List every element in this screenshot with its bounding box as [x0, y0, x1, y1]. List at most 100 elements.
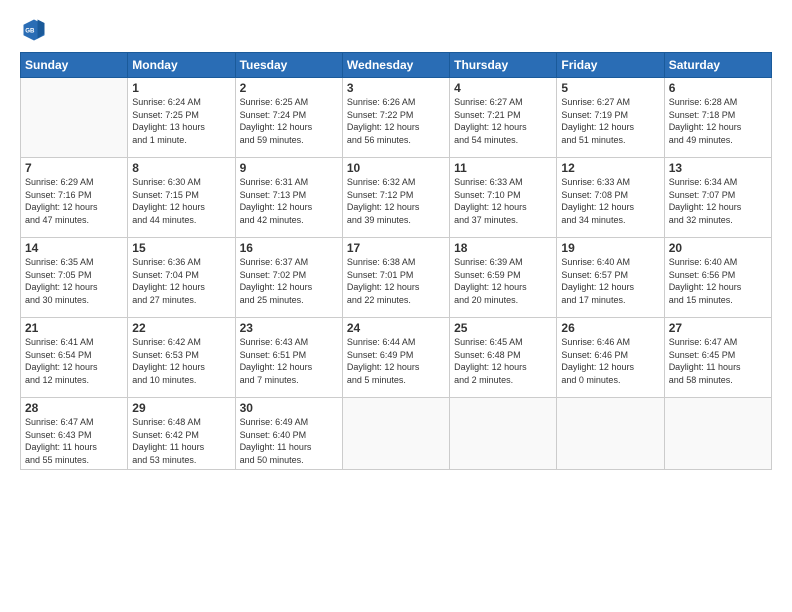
calendar-cell: 28Sunrise: 6:47 AMSunset: 6:43 PMDayligh…: [21, 398, 128, 470]
calendar-cell: 17Sunrise: 6:38 AMSunset: 7:01 PMDayligh…: [342, 238, 449, 318]
calendar-cell: 15Sunrise: 6:36 AMSunset: 7:04 PMDayligh…: [128, 238, 235, 318]
day-info: Sunrise: 6:39 AMSunset: 6:59 PMDaylight:…: [454, 256, 552, 306]
day-number: 22: [132, 321, 230, 335]
calendar-cell: 27Sunrise: 6:47 AMSunset: 6:45 PMDayligh…: [664, 318, 771, 398]
calendar-cell: 4Sunrise: 6:27 AMSunset: 7:21 PMDaylight…: [450, 78, 557, 158]
day-number: 17: [347, 241, 445, 255]
calendar-week-row: 14Sunrise: 6:35 AMSunset: 7:05 PMDayligh…: [21, 238, 772, 318]
day-number: 30: [240, 401, 338, 415]
day-info: Sunrise: 6:43 AMSunset: 6:51 PMDaylight:…: [240, 336, 338, 386]
day-info: Sunrise: 6:27 AMSunset: 7:19 PMDaylight:…: [561, 96, 659, 146]
day-number: 11: [454, 161, 552, 175]
day-info: Sunrise: 6:45 AMSunset: 6:48 PMDaylight:…: [454, 336, 552, 386]
day-number: 2: [240, 81, 338, 95]
calendar-cell: 14Sunrise: 6:35 AMSunset: 7:05 PMDayligh…: [21, 238, 128, 318]
day-number: 5: [561, 81, 659, 95]
day-info: Sunrise: 6:27 AMSunset: 7:21 PMDaylight:…: [454, 96, 552, 146]
day-info: Sunrise: 6:35 AMSunset: 7:05 PMDaylight:…: [25, 256, 123, 306]
day-info: Sunrise: 6:33 AMSunset: 7:10 PMDaylight:…: [454, 176, 552, 226]
day-info: Sunrise: 6:38 AMSunset: 7:01 PMDaylight:…: [347, 256, 445, 306]
calendar-cell: 29Sunrise: 6:48 AMSunset: 6:42 PMDayligh…: [128, 398, 235, 470]
weekday-header-monday: Monday: [128, 53, 235, 78]
calendar-cell: 25Sunrise: 6:45 AMSunset: 6:48 PMDayligh…: [450, 318, 557, 398]
day-number: 23: [240, 321, 338, 335]
day-info: Sunrise: 6:30 AMSunset: 7:15 PMDaylight:…: [132, 176, 230, 226]
calendar-cell: 8Sunrise: 6:30 AMSunset: 7:15 PMDaylight…: [128, 158, 235, 238]
day-number: 10: [347, 161, 445, 175]
day-number: 18: [454, 241, 552, 255]
day-number: 3: [347, 81, 445, 95]
weekday-header-tuesday: Tuesday: [235, 53, 342, 78]
calendar-cell: 1Sunrise: 6:24 AMSunset: 7:25 PMDaylight…: [128, 78, 235, 158]
weekday-header-sunday: Sunday: [21, 53, 128, 78]
day-info: Sunrise: 6:41 AMSunset: 6:54 PMDaylight:…: [25, 336, 123, 386]
day-number: 28: [25, 401, 123, 415]
day-number: 13: [669, 161, 767, 175]
day-number: 6: [669, 81, 767, 95]
weekday-header-row: SundayMondayTuesdayWednesdayThursdayFrid…: [21, 53, 772, 78]
calendar-week-row: 28Sunrise: 6:47 AMSunset: 6:43 PMDayligh…: [21, 398, 772, 470]
calendar-week-row: 7Sunrise: 6:29 AMSunset: 7:16 PMDaylight…: [21, 158, 772, 238]
weekday-header-wednesday: Wednesday: [342, 53, 449, 78]
calendar-cell: 9Sunrise: 6:31 AMSunset: 7:13 PMDaylight…: [235, 158, 342, 238]
calendar-cell: 30Sunrise: 6:49 AMSunset: 6:40 PMDayligh…: [235, 398, 342, 470]
logo-icon: GB: [20, 16, 48, 44]
day-number: 20: [669, 241, 767, 255]
calendar-cell: 24Sunrise: 6:44 AMSunset: 6:49 PMDayligh…: [342, 318, 449, 398]
day-number: 9: [240, 161, 338, 175]
day-info: Sunrise: 6:28 AMSunset: 7:18 PMDaylight:…: [669, 96, 767, 146]
day-number: 14: [25, 241, 123, 255]
day-info: Sunrise: 6:24 AMSunset: 7:25 PMDaylight:…: [132, 96, 230, 146]
day-info: Sunrise: 6:29 AMSunset: 7:16 PMDaylight:…: [25, 176, 123, 226]
day-number: 16: [240, 241, 338, 255]
day-info: Sunrise: 6:46 AMSunset: 6:46 PMDaylight:…: [561, 336, 659, 386]
day-info: Sunrise: 6:33 AMSunset: 7:08 PMDaylight:…: [561, 176, 659, 226]
day-info: Sunrise: 6:48 AMSunset: 6:42 PMDaylight:…: [132, 416, 230, 466]
day-info: Sunrise: 6:26 AMSunset: 7:22 PMDaylight:…: [347, 96, 445, 146]
calendar-week-row: 21Sunrise: 6:41 AMSunset: 6:54 PMDayligh…: [21, 318, 772, 398]
calendar-cell: 3Sunrise: 6:26 AMSunset: 7:22 PMDaylight…: [342, 78, 449, 158]
day-info: Sunrise: 6:34 AMSunset: 7:07 PMDaylight:…: [669, 176, 767, 226]
day-info: Sunrise: 6:31 AMSunset: 7:13 PMDaylight:…: [240, 176, 338, 226]
calendar-cell: [342, 398, 449, 470]
day-number: 8: [132, 161, 230, 175]
calendar-cell: 18Sunrise: 6:39 AMSunset: 6:59 PMDayligh…: [450, 238, 557, 318]
day-number: 12: [561, 161, 659, 175]
calendar-cell: 26Sunrise: 6:46 AMSunset: 6:46 PMDayligh…: [557, 318, 664, 398]
calendar-cell: 20Sunrise: 6:40 AMSunset: 6:56 PMDayligh…: [664, 238, 771, 318]
calendar-cell: 6Sunrise: 6:28 AMSunset: 7:18 PMDaylight…: [664, 78, 771, 158]
day-number: 15: [132, 241, 230, 255]
day-number: 26: [561, 321, 659, 335]
day-number: 7: [25, 161, 123, 175]
calendar-cell: 5Sunrise: 6:27 AMSunset: 7:19 PMDaylight…: [557, 78, 664, 158]
page: GB SundayMondayTuesdayWednesdayThursdayF…: [0, 0, 792, 612]
calendar-cell: 23Sunrise: 6:43 AMSunset: 6:51 PMDayligh…: [235, 318, 342, 398]
day-info: Sunrise: 6:40 AMSunset: 6:57 PMDaylight:…: [561, 256, 659, 306]
day-number: 27: [669, 321, 767, 335]
calendar: SundayMondayTuesdayWednesdayThursdayFrid…: [20, 52, 772, 470]
calendar-cell: 12Sunrise: 6:33 AMSunset: 7:08 PMDayligh…: [557, 158, 664, 238]
weekday-header-saturday: Saturday: [664, 53, 771, 78]
day-info: Sunrise: 6:25 AMSunset: 7:24 PMDaylight:…: [240, 96, 338, 146]
calendar-cell: 2Sunrise: 6:25 AMSunset: 7:24 PMDaylight…: [235, 78, 342, 158]
day-number: 21: [25, 321, 123, 335]
day-info: Sunrise: 6:47 AMSunset: 6:43 PMDaylight:…: [25, 416, 123, 466]
header: GB: [20, 16, 772, 44]
day-info: Sunrise: 6:37 AMSunset: 7:02 PMDaylight:…: [240, 256, 338, 306]
calendar-cell: 7Sunrise: 6:29 AMSunset: 7:16 PMDaylight…: [21, 158, 128, 238]
logo: GB: [20, 16, 52, 44]
day-info: Sunrise: 6:44 AMSunset: 6:49 PMDaylight:…: [347, 336, 445, 386]
day-number: 19: [561, 241, 659, 255]
calendar-cell: 16Sunrise: 6:37 AMSunset: 7:02 PMDayligh…: [235, 238, 342, 318]
day-info: Sunrise: 6:47 AMSunset: 6:45 PMDaylight:…: [669, 336, 767, 386]
calendar-cell: 21Sunrise: 6:41 AMSunset: 6:54 PMDayligh…: [21, 318, 128, 398]
calendar-week-row: 1Sunrise: 6:24 AMSunset: 7:25 PMDaylight…: [21, 78, 772, 158]
day-number: 4: [454, 81, 552, 95]
day-info: Sunrise: 6:36 AMSunset: 7:04 PMDaylight:…: [132, 256, 230, 306]
svg-text:GB: GB: [25, 28, 35, 35]
day-info: Sunrise: 6:40 AMSunset: 6:56 PMDaylight:…: [669, 256, 767, 306]
day-info: Sunrise: 6:49 AMSunset: 6:40 PMDaylight:…: [240, 416, 338, 466]
day-info: Sunrise: 6:42 AMSunset: 6:53 PMDaylight:…: [132, 336, 230, 386]
calendar-cell: 11Sunrise: 6:33 AMSunset: 7:10 PMDayligh…: [450, 158, 557, 238]
day-number: 1: [132, 81, 230, 95]
